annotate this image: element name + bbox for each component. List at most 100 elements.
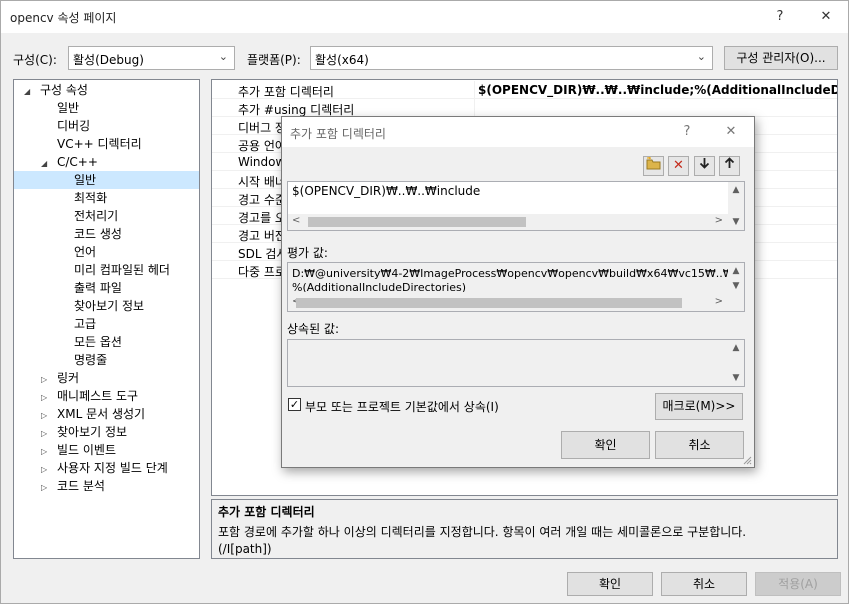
macro-button[interactable]: 매크로(M)>>: [655, 393, 743, 420]
ok-button[interactable]: 확인: [567, 572, 653, 596]
dialog-close-button[interactable]: ✕: [718, 120, 744, 144]
property-name: 경고 버전: [238, 229, 286, 243]
dialog-title-bar: 추가 포함 디렉터리 ? ✕: [282, 117, 754, 147]
tree-item[interactable]: 언어: [14, 243, 199, 261]
move-up-icon[interactable]: [719, 156, 740, 176]
tree-item[interactable]: 찾아보기 정보: [14, 297, 199, 315]
tree-item[interactable]: 코드 생성: [14, 225, 199, 243]
dialog-help-button[interactable]: ?: [674, 120, 700, 144]
tree-item-label: 링커: [57, 371, 80, 385]
tree-item[interactable]: ▷ 사용자 지정 빌드 단계: [14, 459, 199, 477]
tree-item[interactable]: ▷ 찾아보기 정보: [14, 423, 199, 441]
platform-value: 활성(x64): [315, 53, 369, 67]
tree-item[interactable]: 디버깅: [14, 117, 199, 135]
new-folder-icon[interactable]: [643, 156, 664, 176]
evaluated-line2: %(AdditionalIncludeDirectories): [292, 281, 467, 292]
tree-item-label: 고급: [74, 317, 97, 331]
property-value[interactable]: $(OPENCV_DIR)₩..₩..₩include;%(Additional…: [478, 83, 837, 97]
property-name: 디버그 정: [238, 121, 286, 135]
tree-item-label: 언어: [74, 245, 97, 259]
evaluated-vertical-scrollbar[interactable]: ▲ ▼: [728, 263, 744, 311]
description-panel: 추가 포함 디렉터리 포함 경로에 추가할 하나 이상의 디렉터리를 지정합니다…: [211, 499, 838, 559]
scroll-up-icon[interactable]: ▲: [728, 343, 744, 353]
tree-item[interactable]: 미리 컴파일된 헤더: [14, 261, 199, 279]
inherited-vertical-scrollbar[interactable]: ▲ ▼: [728, 340, 744, 386]
property-name: 경고 수준: [238, 193, 286, 207]
tree-item[interactable]: 일반: [14, 99, 199, 117]
dialog-ok-button[interactable]: 확인: [561, 431, 650, 459]
close-button[interactable]: ✕: [813, 5, 839, 29]
apply-button: 적용(A): [755, 572, 841, 596]
tree-item[interactable]: ▷ 빌드 이벤트: [14, 441, 199, 459]
tree-item[interactable]: ▷ 코드 분석: [14, 477, 199, 495]
scroll-down-icon[interactable]: ▼: [728, 217, 744, 227]
property-pages-window: opencv 속성 페이지 ? ✕ 구성(C): 활성(Debug) ⌄ 플랫폼…: [0, 0, 849, 604]
inherit-checkbox-label[interactable]: 부모 또는 프로젝트 기본값에서 상속(I): [305, 398, 499, 415]
tree-item-label: 미리 컴파일된 헤더: [74, 263, 170, 277]
description-title: 추가 포함 디렉터리: [218, 505, 315, 519]
tree-item[interactable]: 최적화: [14, 189, 199, 207]
scroll-up-icon[interactable]: ▲: [728, 185, 744, 195]
dialog-cancel-button[interactable]: 취소: [655, 431, 744, 459]
inherited-label: 상속된 값:: [287, 322, 340, 336]
tree-item-label: 출력 파일: [74, 281, 122, 295]
directory-list[interactable]: $(OPENCV_DIR)₩..₩..₩include ▲ ▼ < >: [287, 181, 745, 231]
tree-item[interactable]: 전처리기: [14, 207, 199, 225]
tree-item[interactable]: ▷ 매니페스트 도구: [14, 387, 199, 405]
tree-item[interactable]: VC++ 디렉터리: [14, 135, 199, 153]
move-down-icon[interactable]: [694, 156, 715, 176]
tree-item[interactable]: ▷ XML 문서 생성기: [14, 405, 199, 423]
tree-item[interactable]: ◢ 구성 속성: [14, 81, 199, 99]
config-manager-button[interactable]: 구성 관리자(O)...: [724, 46, 838, 70]
resize-grip-icon[interactable]: [743, 456, 752, 465]
tree-item[interactable]: 고급: [14, 315, 199, 333]
include-directories-dialog: 추가 포함 디렉터리 ? ✕ ✕ $(OPENCV_DIR)₩..₩..₩inc…: [281, 116, 755, 468]
scroll-down-icon[interactable]: ▼: [728, 281, 744, 291]
config-label: 구성(C):: [13, 53, 57, 67]
tree-item-label: 찾아보기 정보: [74, 299, 145, 313]
tree-item-label: VC++ 디렉터리: [57, 137, 142, 151]
list-horizontal-scrollbar[interactable]: < >: [288, 214, 729, 230]
tree-item[interactable]: 명령줄: [14, 351, 199, 369]
scroll-down-icon[interactable]: ▼: [728, 373, 744, 383]
category-tree[interactable]: ◢ 구성 속성 일반 디버깅 VC++ 디렉터리 ◢ C/C++ 일반 최적화 전처리기 코드 생성…: [13, 79, 200, 559]
tree-item[interactable]: 출력 파일: [14, 279, 199, 297]
evaluated-horizontal-scrollbar[interactable]: < >: [288, 295, 729, 311]
chevron-down-icon: ⌄: [696, 50, 706, 63]
tree-item-label: 최적화: [74, 191, 108, 205]
property-name: 경고를 오: [238, 211, 286, 225]
expand-icon[interactable]: ▷: [41, 479, 53, 497]
delete-icon[interactable]: ✕: [668, 156, 689, 176]
platform-label: 플랫폼(P):: [247, 53, 301, 67]
cancel-button[interactable]: 취소: [661, 572, 747, 596]
scroll-left-icon[interactable]: <: [292, 215, 300, 226]
tree-item-label: 코드 분석: [57, 479, 105, 493]
column-divider: [474, 99, 475, 117]
inherit-checkbox[interactable]: ✓: [288, 398, 301, 411]
tree-item[interactable]: 모든 옵션: [14, 333, 199, 351]
platform-dropdown[interactable]: 활성(x64) ⌄: [310, 46, 713, 70]
scroll-thumb[interactable]: [296, 298, 682, 308]
property-name: 추가 포함 디렉터리: [238, 85, 334, 99]
help-button[interactable]: ?: [767, 5, 793, 29]
tree-item-label: 사용자 지정 빌드 단계: [57, 461, 168, 475]
tree-item-label: 빌드 이벤트: [57, 443, 117, 457]
scroll-thumb[interactable]: [308, 217, 526, 227]
property-name: 시작 배너: [238, 175, 286, 189]
config-dropdown[interactable]: 활성(Debug) ⌄: [68, 46, 235, 70]
tree-item[interactable]: ◢ C/C++: [14, 153, 199, 171]
list-vertical-scrollbar[interactable]: ▲ ▼: [728, 182, 744, 230]
directory-entry[interactable]: $(OPENCV_DIR)₩..₩..₩include: [292, 184, 480, 198]
scroll-right-icon[interactable]: >: [715, 296, 723, 307]
tree-item-label: 코드 생성: [74, 227, 122, 241]
property-row[interactable]: 추가 #using 디렉터리: [212, 99, 837, 117]
tree-item[interactable]: 일반: [14, 171, 199, 189]
property-row[interactable]: 추가 포함 디렉터리 $(OPENCV_DIR)₩..₩..₩include;%(…: [212, 81, 837, 99]
scroll-up-icon[interactable]: ▲: [728, 266, 744, 276]
tree-item-label: 일반: [57, 101, 80, 115]
tree-item[interactable]: ▷ 링커: [14, 369, 199, 387]
tree-item-label: 전처리기: [74, 209, 119, 223]
description-switch: (/I[path]): [218, 542, 272, 556]
tree-item-label: 디버깅: [57, 119, 91, 133]
scroll-right-icon[interactable]: >: [715, 215, 723, 226]
